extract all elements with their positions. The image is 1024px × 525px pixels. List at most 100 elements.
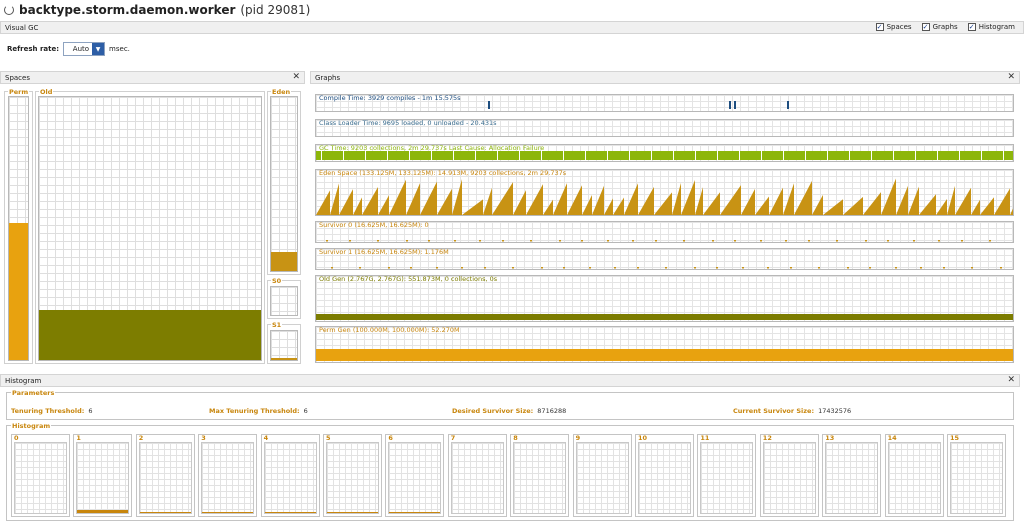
survivor-tick bbox=[502, 240, 504, 242]
histogram-bucket-12: 12 bbox=[759, 434, 819, 517]
survivor-tick bbox=[913, 240, 915, 242]
gc-gap bbox=[365, 151, 366, 160]
gc-gap bbox=[893, 151, 894, 160]
histogram-bucket-grid bbox=[513, 442, 567, 514]
gc-gap bbox=[717, 151, 718, 160]
compile-spike bbox=[488, 101, 490, 109]
histogram-bucket-label: 5 bbox=[326, 434, 331, 442]
histogram-bucket-grid bbox=[138, 442, 192, 514]
histogram-bucket-label: 10 bbox=[638, 434, 648, 442]
gc-gap bbox=[827, 151, 828, 160]
histogram-bucket-0: 0 bbox=[11, 434, 70, 517]
gc-gap bbox=[629, 151, 630, 160]
old-space-fill bbox=[39, 310, 261, 360]
survivor0-label: Survivor 0 (16.625M, 16.625M): 0 bbox=[319, 221, 429, 229]
histogram-bucket-9: 9 bbox=[572, 434, 632, 517]
survivor-tick bbox=[808, 240, 810, 242]
survivor-tick bbox=[589, 267, 591, 269]
histogram-bucket-grid bbox=[825, 442, 879, 514]
histogram-bucket-label: 4 bbox=[263, 434, 269, 442]
survivor-tick bbox=[461, 267, 463, 269]
survivor-tick bbox=[989, 240, 991, 242]
survivor-tick bbox=[559, 240, 561, 242]
survivor-tick bbox=[484, 267, 486, 269]
survivor-tick bbox=[331, 267, 333, 269]
gc-gap bbox=[739, 151, 740, 160]
survivor-tick bbox=[326, 240, 328, 242]
histogram-bucket-label: 9 bbox=[575, 434, 581, 442]
gc-time-label: GC Time: 9203 collections, 2m 29.737s La… bbox=[319, 144, 545, 152]
gc-band bbox=[316, 151, 1013, 160]
survivor-tick bbox=[943, 267, 945, 269]
perm-gen-label: Perm Gen (100.000M, 100.000M): 52.270M bbox=[319, 326, 460, 334]
checkbox-check-icon[interactable]: ✓ bbox=[967, 23, 976, 31]
checkbox-check-icon[interactable]: ✓ bbox=[875, 23, 884, 31]
histogram-bucket-14: 14 bbox=[884, 434, 944, 517]
histogram-bucket-grid bbox=[575, 442, 629, 514]
gc-gap bbox=[409, 151, 410, 160]
survivor-tick bbox=[1000, 267, 1002, 269]
gc-gap bbox=[915, 151, 916, 160]
graphs-checkbox[interactable]: ✓ Graphs bbox=[921, 23, 958, 31]
close-icon[interactable]: ✕ bbox=[292, 72, 300, 83]
histogram-checkbox[interactable]: ✓ Histogram bbox=[967, 23, 1015, 31]
histogram-bucket-label: 7 bbox=[450, 434, 456, 442]
refresh-rate-select[interactable]: Auto ▼ bbox=[63, 42, 106, 56]
survivor-tick bbox=[406, 240, 408, 242]
checkbox-check-icon[interactable]: ✓ bbox=[921, 23, 930, 31]
survivor-tick bbox=[614, 267, 616, 269]
close-icon[interactable]: ✕ bbox=[1007, 375, 1015, 386]
gc-gap bbox=[959, 151, 960, 160]
class-loader-label: Class Loader Time: 9695 loaded, 0 unload… bbox=[319, 119, 497, 127]
gc-gap bbox=[343, 151, 344, 160]
histogram-bucket-grid bbox=[450, 442, 504, 514]
gc-gap bbox=[431, 151, 432, 160]
survivor-tick bbox=[637, 267, 639, 269]
eden-space-grid bbox=[270, 96, 298, 272]
histogram-bucket-label: 2 bbox=[138, 434, 144, 442]
eden-space-fill bbox=[271, 251, 297, 271]
s1-space: S1 bbox=[267, 322, 301, 364]
histogram-bucket-grid bbox=[76, 442, 130, 514]
survivor-tick bbox=[895, 267, 897, 269]
survivor-tick bbox=[563, 267, 565, 269]
gc-gap bbox=[805, 151, 806, 160]
close-icon[interactable]: ✕ bbox=[1007, 72, 1015, 83]
histogram-bucket-5: 5 bbox=[323, 434, 382, 517]
histogram-bucket-label: 15 bbox=[950, 434, 960, 442]
s1-space-fill bbox=[271, 357, 297, 360]
parameters-box: Parameters Tenuring Threshold: 6 Max Tenu… bbox=[6, 390, 1014, 420]
perm-space: Perm bbox=[4, 89, 33, 364]
compile-time-graph: Compile Time: 3929 compiles - 1m 15.575s bbox=[315, 94, 1014, 112]
survivor-tick bbox=[410, 267, 412, 269]
histogram-bucket-label: 3 bbox=[201, 434, 206, 442]
eden-graph: Eden Space (133.125M, 133.125M): 14.913M… bbox=[315, 169, 1014, 216]
gc-gap bbox=[321, 151, 322, 160]
histogram-bucket-grid bbox=[263, 442, 317, 514]
old-gen-graph: Old Gen (2.767G, 2.767G): 551.873M, 0 co… bbox=[315, 275, 1014, 322]
histogram-bucket-10: 10 bbox=[635, 434, 694, 517]
survivor-tick bbox=[541, 267, 543, 269]
visual-gc-header: Visual GC ✓ Spaces ✓ Graphs ✓ Histogram bbox=[0, 21, 1024, 34]
histogram-bucket-4: 4 bbox=[260, 434, 320, 517]
current-survivor-size: Current Survivor Size: 17432576 bbox=[733, 407, 852, 415]
histogram-bucket-grid bbox=[14, 442, 67, 514]
survivor-tick bbox=[847, 267, 849, 269]
histogram-bucket-grid bbox=[887, 442, 941, 514]
histogram-header: Histogram ✕ bbox=[0, 374, 1020, 387]
max-tenuring-threshold: Max Tenuring Threshold: 6 bbox=[209, 407, 308, 415]
histogram-bucket-2: 2 bbox=[135, 434, 195, 517]
survivor-tick bbox=[712, 240, 714, 242]
histogram-bucket-label: 1 bbox=[76, 434, 81, 442]
tenuring-threshold: Tenuring Threshold: 6 bbox=[11, 407, 93, 415]
histogram-bucket-3: 3 bbox=[198, 434, 258, 517]
spaces-title: Spaces bbox=[5, 73, 30, 82]
survivor-tick bbox=[716, 267, 718, 269]
chevron-down-icon[interactable]: ▼ bbox=[92, 43, 105, 55]
compile-spike bbox=[729, 101, 731, 109]
spaces-checkbox[interactable]: ✓ Spaces bbox=[875, 23, 912, 31]
gc-gap bbox=[585, 151, 586, 160]
perm-gen-fill bbox=[316, 349, 1013, 361]
gc-gap bbox=[1003, 151, 1004, 160]
gc-gap bbox=[937, 151, 938, 160]
